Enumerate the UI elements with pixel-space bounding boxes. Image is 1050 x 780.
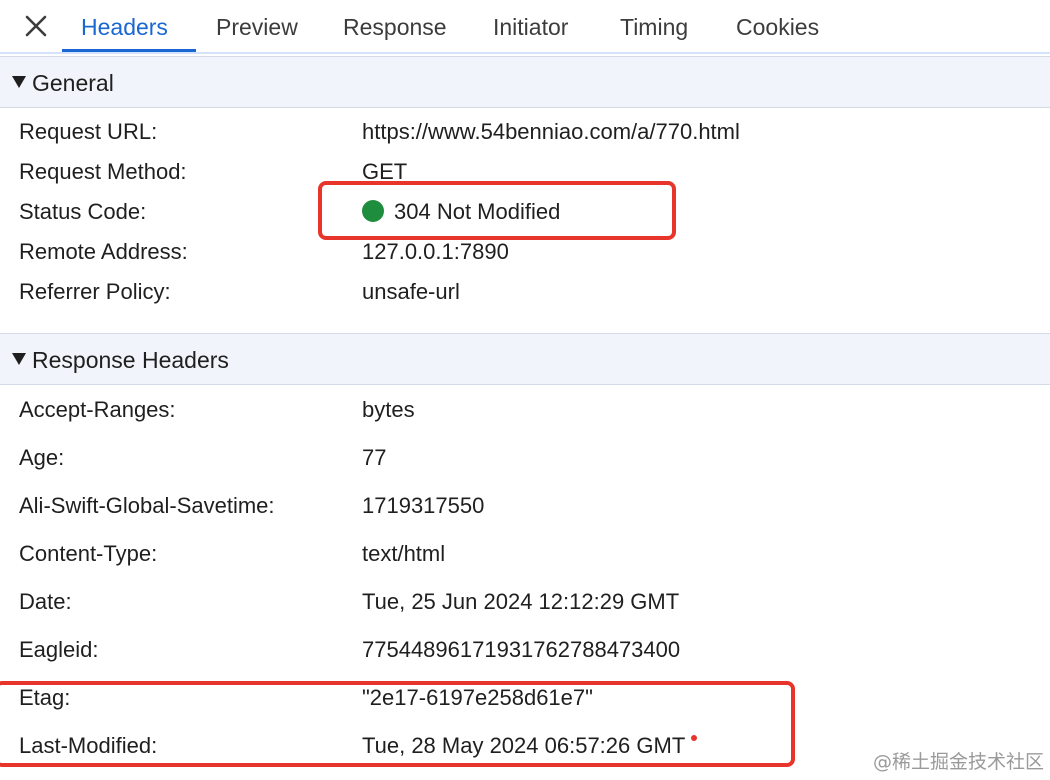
- tab-preview[interactable]: Preview: [216, 0, 298, 52]
- header-key: Eagleid:: [19, 637, 99, 662]
- header-key: Last-Modified:: [19, 733, 158, 758]
- header-key: Content-Type:: [19, 541, 158, 566]
- header-key: Ali-Swift-Global-Savetime:: [19, 493, 275, 518]
- header-key: Accept-Ranges:: [19, 397, 176, 422]
- header-key: Request URL:: [19, 119, 158, 144]
- tab-response[interactable]: Response: [343, 0, 447, 52]
- header-value: Tue, 25 Jun 2024 12:12:29 GMT: [362, 589, 680, 614]
- header-value: GET: [362, 159, 408, 184]
- header-value: unsafe-url: [362, 279, 460, 304]
- header-key: Etag:: [19, 685, 71, 710]
- section-response-headers-header[interactable]: Response Headers: [0, 333, 1050, 385]
- header-value: 77: [362, 445, 387, 470]
- header-key: Referrer Policy:: [19, 279, 171, 304]
- header-value: https://www.54benniao.com/a/770.html: [362, 119, 740, 144]
- header-key: Remote Address:: [19, 239, 188, 264]
- header-key: Request Method:: [19, 159, 187, 184]
- header-value: 77544896171931762788473400: [362, 637, 681, 662]
- header-value: 1719317550: [362, 493, 485, 518]
- section-title: General: [32, 70, 114, 96]
- header-value: 127.0.0.1:7890: [362, 239, 509, 264]
- header-value: Tue, 28 May 2024 06:57:26 GMT: [362, 733, 686, 758]
- watermark: @稀土掘金技术社区: [872, 751, 1044, 773]
- tab-cookies[interactable]: Cookies: [736, 0, 819, 52]
- section-title: Response Headers: [32, 347, 229, 373]
- header-key: Age:: [19, 445, 65, 470]
- header-key: Date:: [19, 589, 72, 614]
- status-code-value: 304 Not Modified: [362, 199, 560, 225]
- tab-headers[interactable]: Headers: [62, 0, 196, 52]
- status-text: 304 Not Modified: [394, 199, 561, 224]
- tab-timing[interactable]: Timing: [620, 0, 688, 52]
- collapse-triangle-icon: [12, 76, 26, 88]
- header-key: Status Code:: [19, 199, 147, 224]
- close-icon[interactable]: [18, 8, 54, 44]
- status-ok-icon: [362, 200, 384, 222]
- header-value: "2e17-6197e258d61e7": [362, 685, 593, 710]
- header-value: bytes: [362, 397, 415, 422]
- header-value: text/html: [362, 541, 446, 566]
- section-general-header[interactable]: General: [0, 56, 1050, 108]
- tab-initiator[interactable]: Initiator: [493, 0, 568, 52]
- collapse-triangle-icon: [12, 353, 26, 365]
- annotation-dot: [691, 735, 697, 741]
- devtools-tab-bar: Headers Preview Response Initiator Timin…: [0, 0, 1050, 54]
